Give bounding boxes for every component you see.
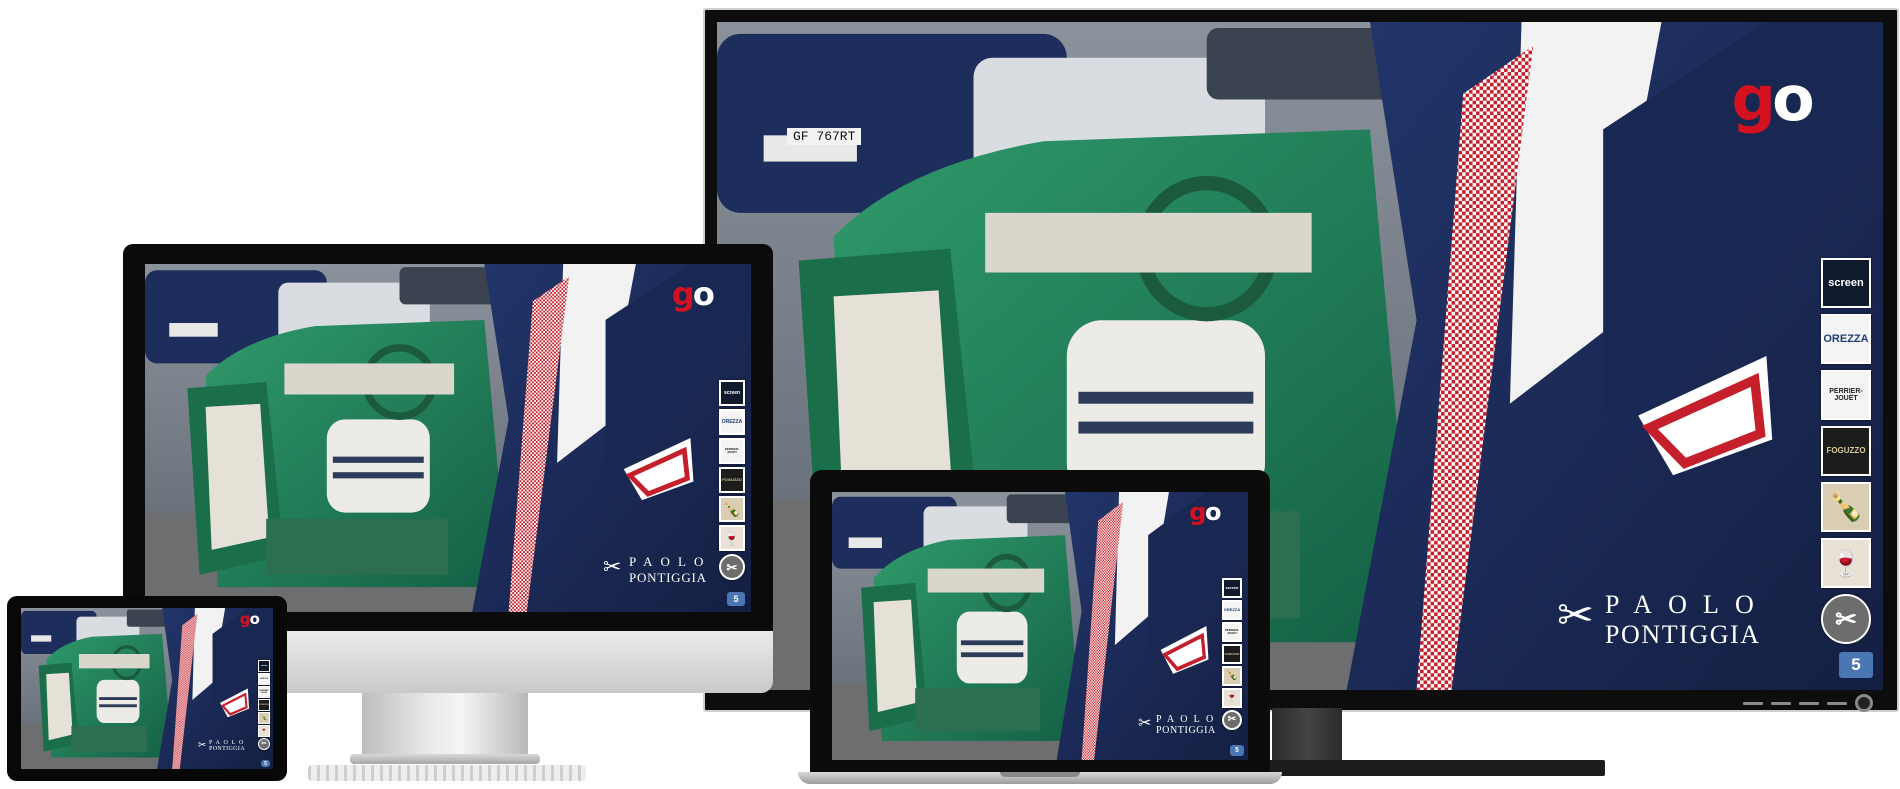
- logo-letter-accent: o: [1204, 498, 1222, 526]
- brand-name-line2: PONTIGGIA: [209, 746, 245, 752]
- wine-bottles-icon[interactable]: 🍷: [719, 525, 745, 551]
- perrier-jouet-logo[interactable]: PERRIER-JOUËT: [719, 438, 745, 464]
- imac-device: go ✂ PAOLO PONTIGGIA screen OREZZA PERRI…: [123, 244, 773, 631]
- logo-letter-main: g: [1189, 498, 1206, 526]
- product-bottle-icon[interactable]: 🍾: [1222, 666, 1242, 686]
- sponsor-sidebar: screen OREZZA PERRIER-JOUËT FOGUZZO 🍾 🍷 …: [1821, 258, 1871, 644]
- wine-bottles-icon[interactable]: 🍷: [258, 725, 270, 737]
- logo-letter-accent: o: [1772, 62, 1815, 135]
- logo-letter-accent: o: [249, 610, 260, 628]
- orezza-logo[interactable]: OREZZA: [258, 673, 270, 685]
- product-bottle-icon[interactable]: 🍾: [1821, 482, 1871, 532]
- foguzzo-logo[interactable]: FOGUZZO: [719, 467, 745, 493]
- sponsor-sidebar: screen OREZZA PERRIER-JOUËT FOGUZZO 🍾 🍷 …: [719, 380, 745, 580]
- go-logo[interactable]: go: [671, 275, 715, 313]
- license-plate: GF 767RT: [787, 128, 862, 145]
- perrier-jouet-logo[interactable]: PERRIER-JOUËT: [1821, 370, 1871, 420]
- logo-letter-accent: o: [692, 275, 715, 313]
- wine-bottles-icon[interactable]: 🍷: [1821, 538, 1871, 588]
- brand-emblem-icon: ✂: [603, 554, 622, 579]
- foguzzo-logo[interactable]: FOGUZZO: [258, 699, 270, 711]
- screen-logo[interactable]: screen: [1222, 578, 1242, 598]
- imac-screen: go ✂ PAOLO PONTIGGIA screen OREZZA PERRI…: [145, 264, 751, 612]
- video-frame[interactable]: go ✂ PAOLO PONTIGGIA screen OREZZA PERRI…: [832, 492, 1248, 760]
- paolo-pontiggia-brand: ✂ PAOLO PONTIGGIA: [198, 740, 247, 752]
- foguzzo-logo[interactable]: FOGUZZO: [1222, 644, 1242, 664]
- screen-logo[interactable]: screen: [258, 660, 270, 672]
- paolo-pontiggia-brand: ✂ PAOLO PONTIGGIA: [1138, 714, 1220, 736]
- page-nav-badge[interactable]: 5: [261, 760, 270, 767]
- tv-button[interactable]: [1799, 701, 1819, 705]
- brand-emblem-icon: ✂: [1138, 715, 1152, 732]
- logo-letter-main: g: [239, 610, 251, 628]
- paolo-pontiggia-emblem-icon[interactable]: ✂: [719, 554, 745, 580]
- brand-emblem-icon: ✂: [198, 740, 207, 751]
- go-logo[interactable]: go: [1189, 498, 1222, 526]
- go-logo[interactable]: go: [1731, 68, 1814, 130]
- orezza-logo[interactable]: OREZZA: [719, 409, 745, 435]
- tv-stand-neck: [1272, 708, 1342, 760]
- tv-button[interactable]: [1743, 701, 1763, 705]
- tv-button[interactable]: [1827, 701, 1847, 705]
- paolo-pontiggia-brand: ✂ PAOLO PONTIGGIA: [1557, 590, 1770, 650]
- imac-stand: [362, 693, 528, 761]
- tablet-screen: go ✂ PAOLO PONTIGGIA screen OREZZA PERRI…: [21, 608, 273, 769]
- video-frame[interactable]: go ✂ PAOLO PONTIGGIA screen OREZZA PERRI…: [145, 264, 751, 612]
- foguzzo-logo[interactable]: FOGUZZO: [1821, 426, 1871, 476]
- page-nav-badge[interactable]: 5: [727, 592, 745, 606]
- screen-logo[interactable]: screen: [719, 380, 745, 406]
- laptop-device: go ✂ PAOLO PONTIGGIA screen OREZZA PERRI…: [810, 470, 1270, 772]
- orezza-logo[interactable]: OREZZA: [1821, 314, 1871, 364]
- brand-name-line2: PONTIGGIA: [1605, 620, 1761, 649]
- wine-bottles-icon[interactable]: 🍷: [1222, 688, 1242, 708]
- brand-name-line1: PAOLO: [1156, 714, 1220, 725]
- page-nav-badge[interactable]: 5: [1839, 652, 1873, 678]
- page-nav-badge[interactable]: 5: [1230, 745, 1244, 756]
- tv-power-button[interactable]: [1855, 694, 1873, 712]
- laptop-screen: go ✂ PAOLO PONTIGGIA screen OREZZA PERRI…: [832, 492, 1248, 760]
- brand-name-line1: PAOLO: [629, 554, 712, 569]
- paolo-pontiggia-emblem-icon[interactable]: ✂: [1222, 710, 1242, 730]
- perrier-jouet-logo[interactable]: PERRIER-JOUËT: [258, 686, 270, 698]
- sponsor-sidebar: screen OREZZA PERRIER-JOUËT FOGUZZO 🍾 🍷 …: [258, 660, 270, 750]
- product-bottle-icon[interactable]: 🍾: [719, 496, 745, 522]
- brand-emblem-icon: ✂: [1557, 591, 1594, 640]
- laptop-notch: [1000, 772, 1080, 777]
- product-bottle-icon[interactable]: 🍾: [258, 712, 270, 724]
- paolo-pontiggia-emblem-icon[interactable]: ✂: [1821, 594, 1871, 644]
- tv-button[interactable]: [1771, 701, 1791, 705]
- video-frame[interactable]: go ✂ PAOLO PONTIGGIA screen OREZZA PERRI…: [21, 608, 273, 769]
- paolo-pontiggia-brand: ✂ PAOLO PONTIGGIA: [603, 554, 712, 586]
- brand-name-line1: PAOLO: [1605, 590, 1770, 619]
- logo-letter-main: g: [1731, 62, 1775, 135]
- logo-letter-main: g: [671, 275, 695, 313]
- brand-name-line2: PONTIGGIA: [629, 570, 707, 585]
- keyboard: [308, 765, 586, 781]
- brand-name-line2: PONTIGGIA: [1156, 725, 1216, 736]
- tablet-device: go ✂ PAOLO PONTIGGIA screen OREZZA PERRI…: [7, 596, 287, 781]
- sponsor-sidebar: screen OREZZA PERRIER-JOUËT FOGUZZO 🍾 🍷 …: [1222, 578, 1242, 730]
- go-logo[interactable]: go: [239, 610, 260, 628]
- paolo-pontiggia-emblem-icon[interactable]: ✂: [258, 738, 270, 750]
- screen-logo[interactable]: screen: [1821, 258, 1871, 308]
- tv-stand-base: [1260, 760, 1605, 776]
- tv-control-buttons: [1743, 694, 1873, 712]
- perrier-jouet-logo[interactable]: PERRIER-JOUËT: [1222, 622, 1242, 642]
- imac-foot: [350, 754, 540, 764]
- orezza-logo[interactable]: OREZZA: [1222, 600, 1242, 620]
